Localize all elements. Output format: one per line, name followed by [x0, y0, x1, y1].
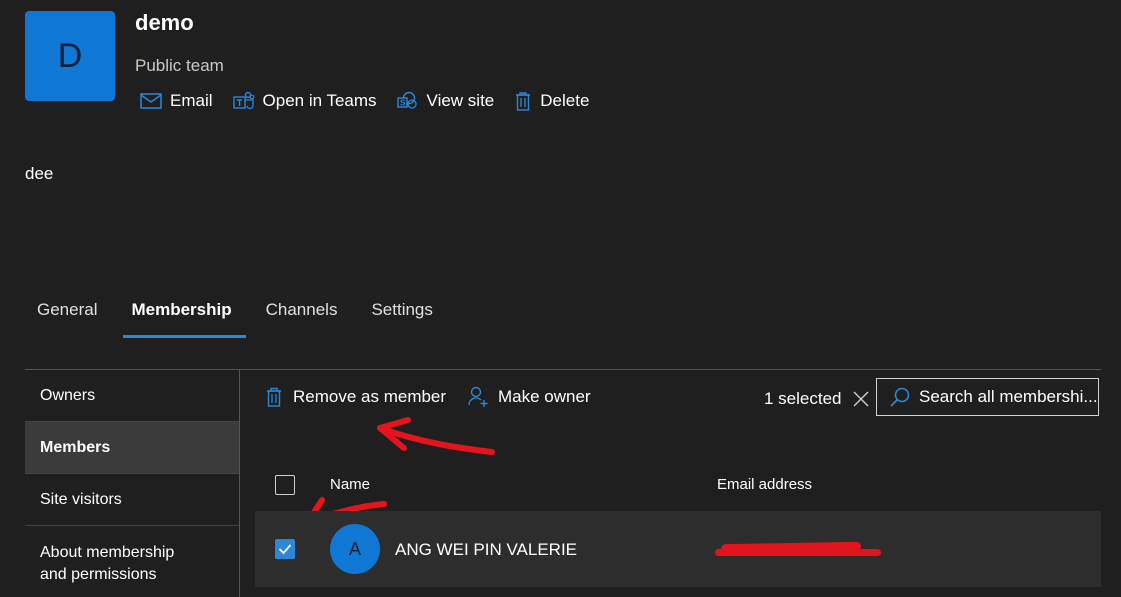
avatar-initial: A — [348, 538, 361, 559]
select-all-checkbox[interactable] — [275, 475, 295, 495]
remove-as-member-button[interactable]: Remove as member — [265, 386, 446, 408]
teams-icon — [232, 91, 254, 110]
trash-icon — [267, 387, 281, 407]
delete-label: Delete — [540, 91, 590, 110]
sidebar-item-owners[interactable]: Owners — [25, 370, 239, 422]
tab-channels[interactable]: Channels — [254, 300, 350, 338]
tab-membership[interactable]: Membership — [119, 300, 246, 338]
team-initial: D — [57, 36, 83, 75]
table-row[interactable]: A ANG WEI PIN VALERIE — [255, 511, 1101, 587]
team-description: dee — [25, 164, 54, 183]
trash-icon — [516, 92, 531, 111]
view-site-button[interactable]: S View site — [396, 91, 495, 111]
make-owner-button[interactable]: Make owner — [468, 386, 591, 408]
view-site-label: View site — [426, 91, 495, 110]
team-avatar: D — [25, 11, 115, 101]
mail-icon — [140, 93, 162, 109]
team-actions: Email Open in Teams S View site Delete — [140, 88, 609, 114]
open-in-teams-label: Open in Teams — [262, 91, 377, 110]
search-icon — [890, 387, 910, 407]
open-in-teams-button[interactable]: Open in Teams — [232, 91, 377, 111]
search-input[interactable]: Search all membershi... — [876, 378, 1099, 416]
tab-bar: General Membership Channels Settings — [25, 300, 455, 338]
sidebar-item-about[interactable]: About membership and permissions — [25, 526, 239, 596]
column-header-name[interactable]: Name — [330, 476, 370, 493]
sidebar-item-members[interactable]: Members — [25, 422, 239, 474]
team-type: Public team — [135, 56, 224, 75]
checkmark-icon — [278, 544, 292, 555]
row-checkbox[interactable] — [275, 539, 295, 559]
sharepoint-icon: S — [396, 91, 417, 109]
annotation-arrow-icon — [377, 417, 495, 455]
svg-text:S: S — [400, 99, 406, 108]
membership-sidebar: Owners Members Site visitors About membe… — [25, 370, 240, 597]
team-name: demo — [135, 10, 194, 35]
selected-count: 1 selected — [764, 389, 842, 408]
column-header-email[interactable]: Email address — [717, 476, 812, 493]
add-person-icon — [468, 386, 488, 407]
tab-general[interactable]: General — [25, 300, 109, 338]
search-placeholder: Search all membershi... — [919, 387, 1098, 406]
make-owner-label: Make owner — [498, 387, 591, 406]
sidebar-item-site-visitors[interactable]: Site visitors — [25, 474, 239, 526]
sidebar-item-about-label: About membership and permissions — [40, 544, 175, 583]
selection-status: 1 selected — [764, 389, 870, 409]
email-label: Email — [170, 91, 213, 110]
member-name: ANG WEI PIN VALERIE — [395, 540, 578, 559]
redaction-mark — [715, 539, 885, 563]
delete-button[interactable]: Delete — [514, 91, 589, 111]
tab-settings[interactable]: Settings — [359, 300, 444, 338]
avatar: A — [330, 524, 380, 574]
close-icon[interactable] — [852, 390, 870, 408]
email-button[interactable]: Email — [140, 91, 213, 111]
remove-as-member-label: Remove as member — [293, 387, 447, 406]
